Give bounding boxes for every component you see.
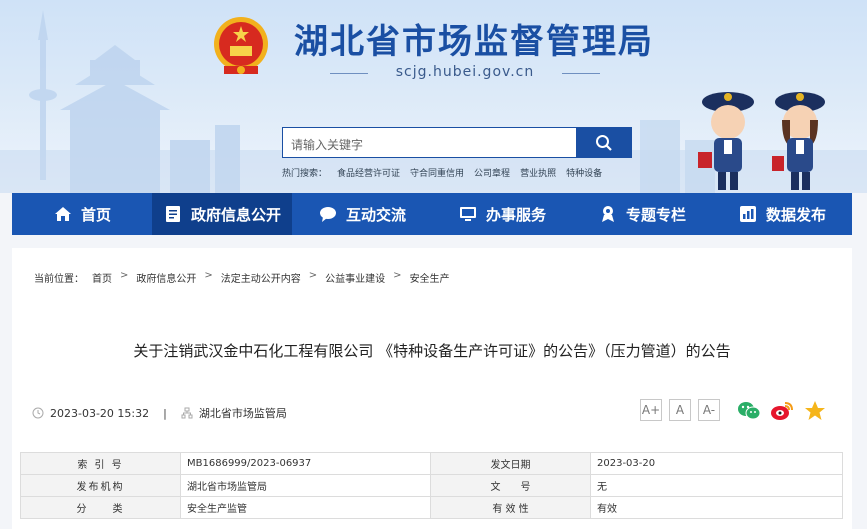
document-number-label: 文 号 (430, 474, 591, 497)
validity-label: 有 效 性 (430, 496, 591, 519)
nav-item-label: 互动交流 (345, 205, 406, 224)
breadcrumb-link[interactable]: 安全生产 (410, 270, 450, 285)
table-row: 分 类 安全生产监管 有 效 性 有效 (20, 496, 843, 519)
chat-icon (319, 207, 336, 222)
breadcrumb-label: 当前位置： (34, 274, 84, 285)
search-icon (596, 134, 612, 151)
font-default-button[interactable]: A (669, 399, 691, 421)
publisher-value: 湖北省市场监管局 (180, 474, 431, 497)
weibo-icon[interactable] (770, 399, 794, 423)
nav-item-label: 办事服务 (485, 205, 546, 224)
validity-value: 有效 (590, 496, 843, 519)
article-title: 关于注销武汉金中石化工程有限公司 《特种设备生产许可证》的公告》（压力管道）的公… (133, 342, 731, 360)
nav-item-home[interactable]: 首页 (12, 193, 152, 235)
nav-item-label: 专题专栏 (625, 205, 686, 224)
breadcrumb-separator: > (393, 270, 402, 281)
national-emblem-icon (214, 17, 268, 74)
font-increase-button[interactable]: A+ (640, 399, 662, 421)
bar-chart-icon (739, 206, 756, 222)
site-title: 湖北省市场监督管理局 (294, 22, 654, 62)
badge-icon (601, 206, 614, 222)
breadcrumb-separator: > (308, 270, 318, 281)
breadcrumb-link[interactable]: 公益事业建设 (325, 270, 385, 285)
article-panel: 当前位置： 首页 > 政府信息公开 > 法定主动公开内容 > 公益事业建设 > … (12, 248, 852, 529)
breadcrumb-link[interactable]: 政府信息公开 (136, 270, 196, 285)
font-decrease-button[interactable]: A- (698, 399, 720, 421)
breadcrumb-link[interactable]: 法定主动公开内容 (221, 270, 301, 285)
nav-item-label: 首页 (80, 205, 111, 224)
article-source: 湖北省市场监管局 (198, 407, 287, 420)
breadcrumb-separator: > (204, 270, 213, 281)
table-row: 索 引 号 MB1686999/2023-06937 发文日期 2023-03-… (20, 452, 843, 475)
nav-item-data[interactable]: 数据发布 (712, 193, 852, 235)
index-number-label: 索 引 号 (20, 452, 181, 475)
breadcrumb-separator: > (120, 270, 129, 281)
share-controls (737, 399, 827, 423)
hot-word-link[interactable]: 公司章程 (474, 166, 510, 179)
category-value: 安全生产监管 (180, 496, 431, 519)
document-icon (165, 206, 180, 222)
article-meta: 2023-03-20 15:32 | 湖北省市场监管局 (32, 405, 287, 421)
breadcrumb-link[interactable]: 首页 (92, 270, 112, 285)
index-number-value: MB1686999/2023-06937 (180, 452, 431, 475)
search-button[interactable] (576, 127, 632, 158)
nav-item-interaction[interactable]: 互动交流 (292, 193, 432, 235)
search-input[interactable]: 请输入关键字 (282, 127, 577, 158)
clock-icon (32, 407, 44, 419)
wechat-icon[interactable] (737, 399, 761, 423)
site-header: 湖北省市场监督管理局 scjg.hubei.gov.cn 请输入关键字 热门搜索… (0, 0, 867, 193)
document-number-value: 无 (590, 474, 843, 497)
hot-word-link[interactable]: 食品经营许可证 (337, 166, 400, 179)
meta-divider: | (163, 406, 167, 420)
hot-word-link[interactable]: 守合同重信用 (410, 166, 464, 179)
monitor-icon (459, 207, 476, 221)
issue-date-value: 2023-03-20 (590, 452, 843, 475)
organization-icon (181, 407, 193, 419)
nav-item-label: 政府信息公开 (190, 205, 281, 224)
nav-item-topics[interactable]: 专题专栏 (572, 193, 712, 235)
font-size-controls: A+ A A- (640, 399, 720, 421)
mascot-officers-illustration (698, 92, 825, 190)
hot-search-label: 热门搜索： (282, 169, 328, 179)
category-label: 分 类 (20, 496, 181, 519)
site-domain: scjg.hubei.gov.cn (330, 64, 600, 80)
nav-item-services[interactable]: 办事服务 (432, 193, 572, 235)
main-nav: 首页 政府信息公开 互动交流 办事服务 专题专栏 数据发布 (12, 193, 852, 235)
hot-search-words: 热门搜索： 食品经营许可证 守合同重信用 公司章程 营业执照 特种设备 (282, 166, 602, 179)
home-icon (54, 207, 71, 221)
nav-item-label: 数据发布 (765, 205, 826, 224)
table-row: 发布机构 湖北省市场监管局 文 号 无 (20, 474, 843, 497)
hot-word-link[interactable]: 特种设备 (566, 166, 602, 179)
nav-item-gov-info[interactable]: 政府信息公开 (152, 193, 292, 235)
favorite-star-icon[interactable] (803, 399, 827, 423)
hot-word-link[interactable]: 营业执照 (520, 166, 556, 179)
publish-datetime: 2023-03-20 15:32 (50, 406, 150, 420)
document-info-table: 索 引 号 MB1686999/2023-06937 发文日期 2023-03-… (20, 452, 843, 519)
publisher-label: 发布机构 (20, 474, 181, 497)
issue-date-label: 发文日期 (430, 452, 591, 475)
breadcrumb: 当前位置： 首页 > 政府信息公开 > 法定主动公开内容 > 公益事业建设 > … (34, 270, 450, 285)
